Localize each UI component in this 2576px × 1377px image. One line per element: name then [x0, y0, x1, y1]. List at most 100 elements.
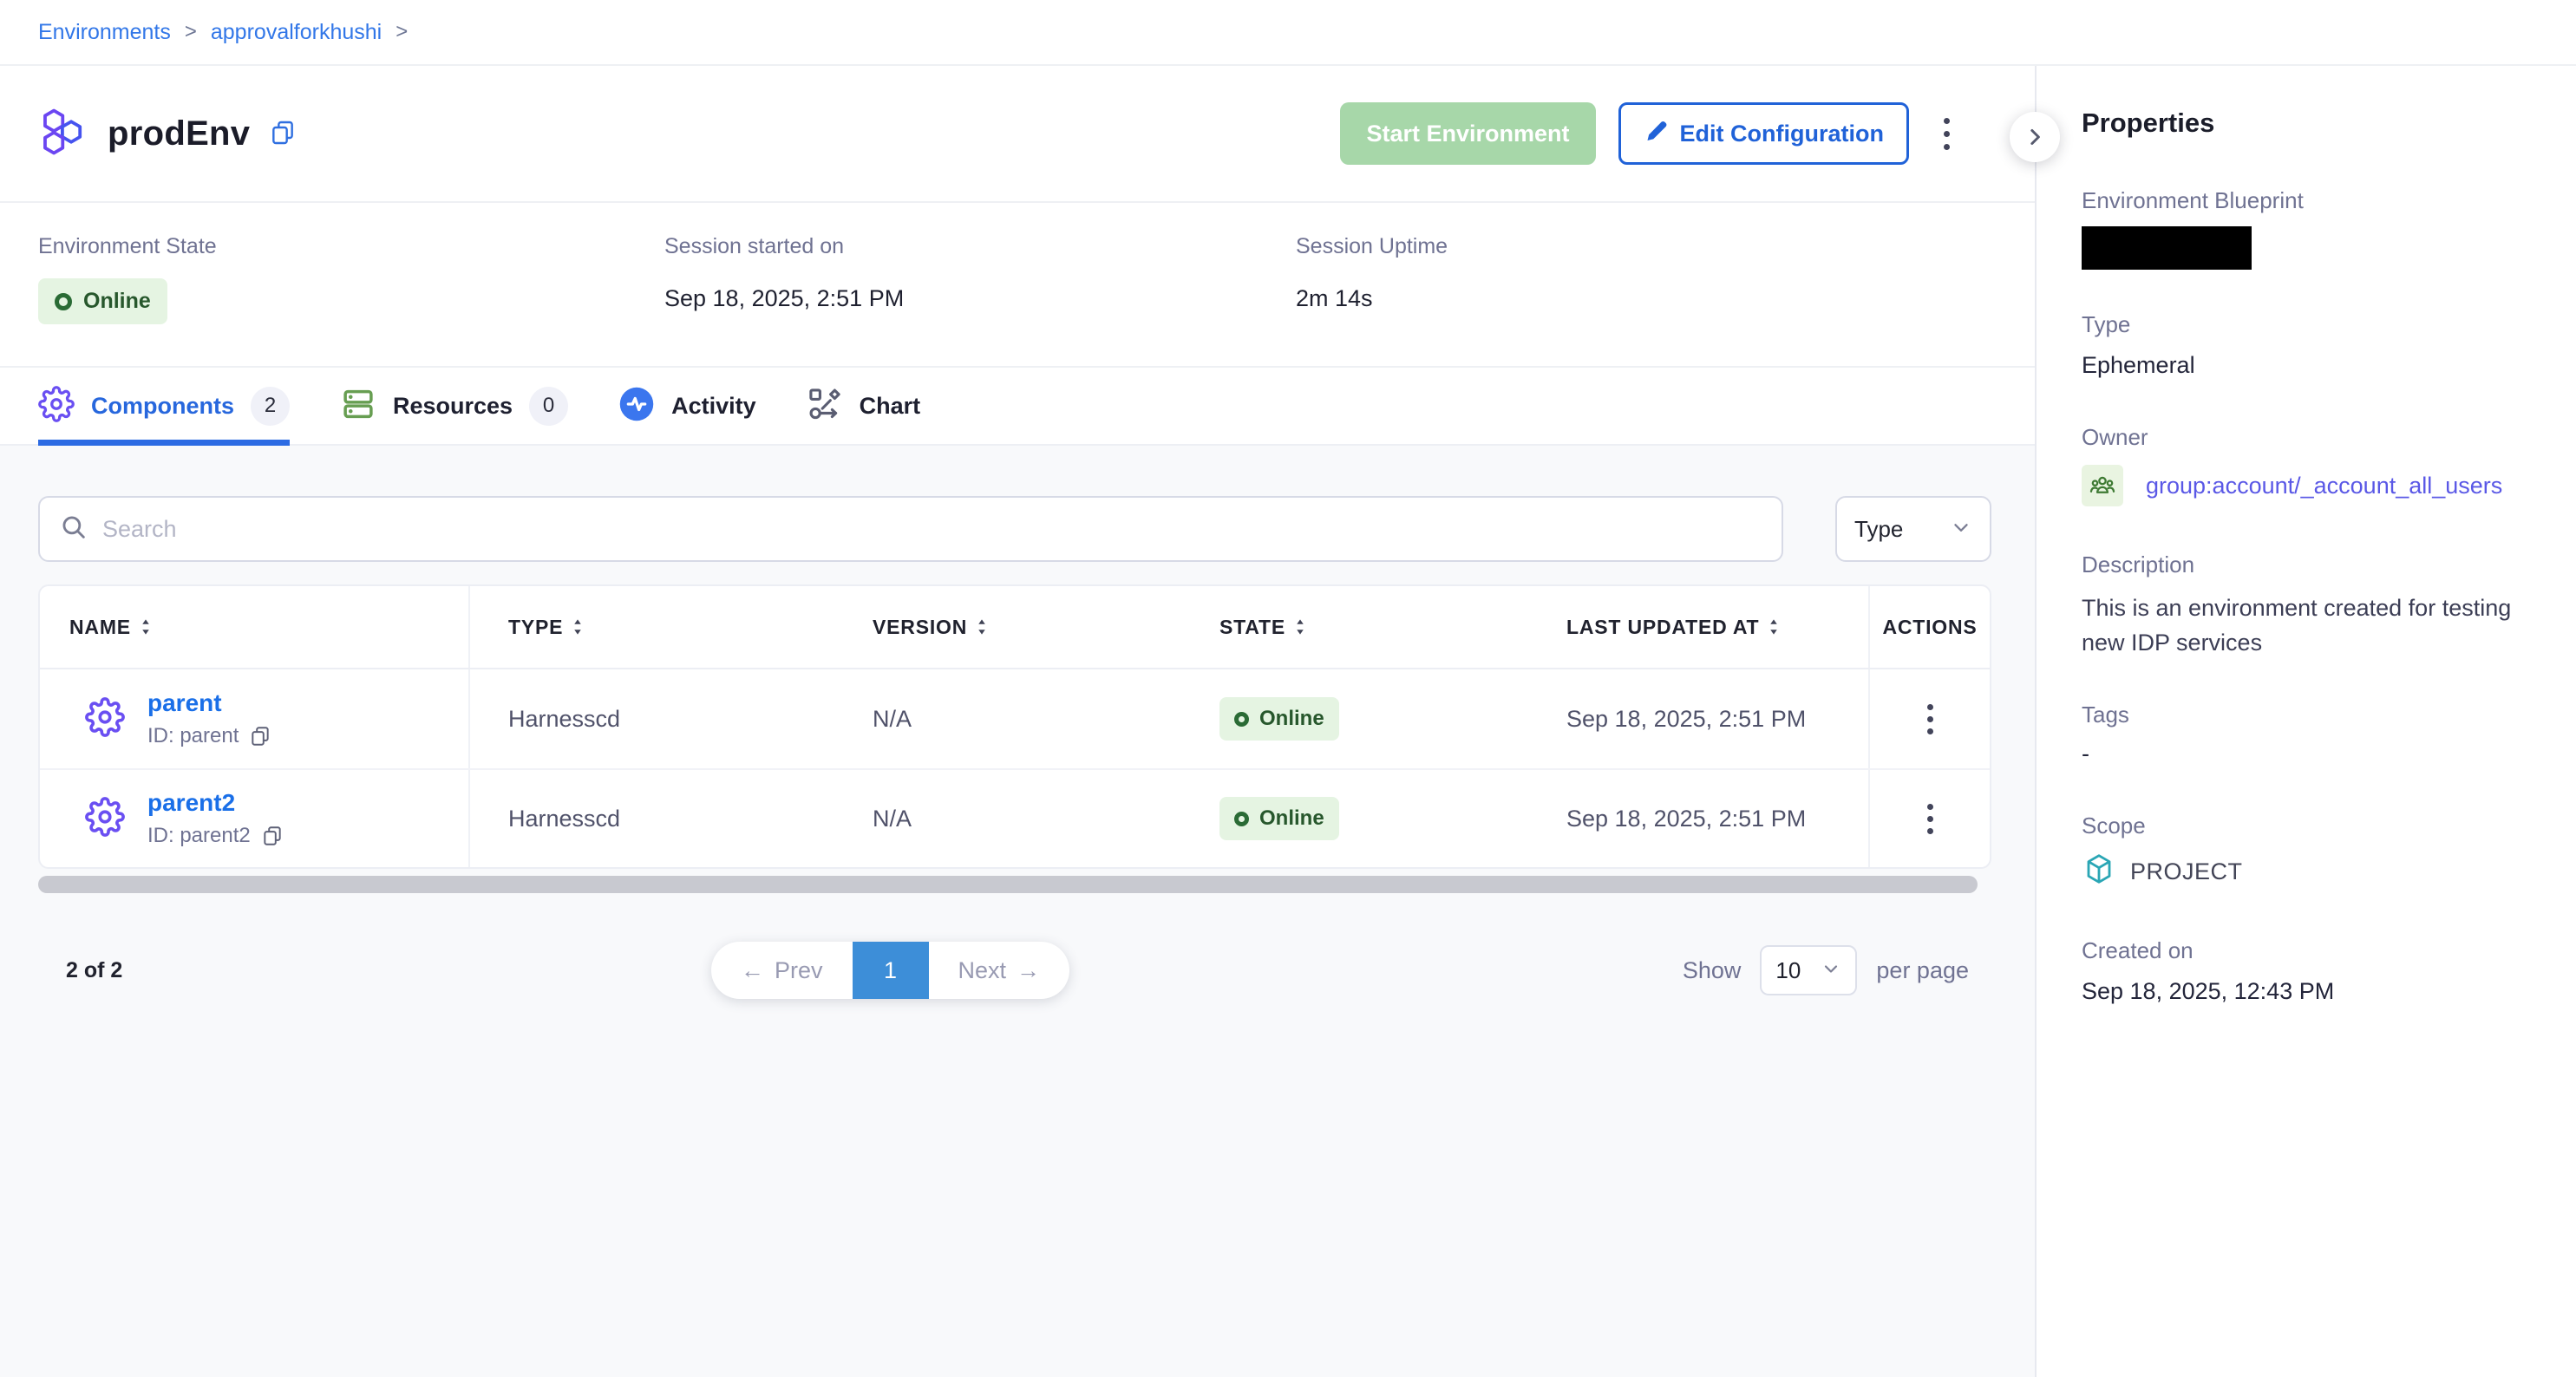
pencil-icon	[1644, 119, 1668, 149]
column-header-version-label: VERSION	[873, 616, 967, 639]
tab-activity[interactable]: Activity	[618, 368, 756, 444]
session-started-value: Sep 18, 2025, 2:51 PM	[664, 285, 1296, 312]
online-ring-icon	[1234, 712, 1249, 727]
column-header-type[interactable]: TYPE	[470, 586, 834, 668]
type-value: Ephemeral	[2082, 352, 2541, 379]
component-actions-cell	[1870, 770, 1990, 867]
scope-label: Scope	[2082, 812, 2541, 839]
online-ring-icon	[1234, 812, 1249, 826]
chevron-right-icon	[2022, 124, 2048, 150]
next-label: Next	[958, 957, 1007, 984]
component-type: Harnesscd	[470, 669, 834, 768]
column-header-state-label: STATE	[1219, 616, 1285, 639]
copy-name-button[interactable]	[269, 119, 297, 149]
breadcrumb-link-project[interactable]: approvalforkhushi	[211, 20, 382, 45]
server-stack-icon	[340, 386, 376, 427]
created-value: Sep 18, 2025, 12:43 PM	[2082, 978, 2541, 1005]
state-badge-label: Online	[1259, 806, 1324, 831]
row-count: 2 of 2	[0, 958, 122, 983]
group-people-icon	[2082, 465, 2123, 506]
session-uptime-value: 2m 14s	[1296, 285, 1448, 312]
session-uptime-block: Session Uptime 2m 14s	[1296, 234, 1448, 366]
column-header-actions-label: ACTIONS	[1882, 616, 1977, 639]
environment-logo-icon	[38, 107, 88, 161]
edit-configuration-label: Edit Configuration	[1680, 121, 1884, 147]
start-environment-button[interactable]: Start Environment	[1340, 102, 1595, 165]
tab-resources[interactable]: Resources 0	[340, 368, 568, 444]
prev-label: Prev	[775, 957, 823, 984]
component-version: N/A	[834, 770, 1181, 867]
properties-panel: Properties Environment Blueprint Type Ep…	[2035, 66, 2576, 1377]
row-kebab-menu-icon[interactable]	[1919, 695, 1942, 743]
header-kebab-menu-icon[interactable]	[1932, 109, 1962, 159]
tab-chart-label: Chart	[860, 393, 921, 420]
scope-value: PROJECT	[2130, 858, 2243, 885]
edit-configuration-button[interactable]: Edit Configuration	[1618, 102, 1909, 165]
online-ring-icon	[55, 293, 72, 310]
copy-id-button[interactable]	[261, 825, 284, 847]
type-filter-dropdown[interactable]: Type	[1835, 496, 1991, 562]
workflow-chart-icon	[807, 386, 843, 427]
owner-group-link[interactable]: group:account/_account_all_users	[2146, 473, 2502, 499]
component-name-cell: parent2 ID: parent2	[40, 770, 470, 867]
tags-value: -	[2082, 741, 2541, 767]
tab-components-label: Components	[91, 393, 234, 420]
copy-icon	[269, 119, 297, 149]
environment-state-value: Online	[83, 289, 151, 314]
component-name-cell: parent ID: parent	[40, 669, 470, 768]
page-1-button[interactable]: 1	[853, 942, 929, 999]
breadcrumb-link-environments[interactable]: Environments	[38, 20, 171, 45]
row-kebab-menu-icon[interactable]	[1919, 795, 1942, 843]
main-panel: prodEnv Start Environment Edit Configura…	[0, 66, 2035, 1377]
tab-bar: Components 2 Resources 0 Activity	[0, 368, 2035, 446]
header-actions: Start Environment Edit Configuration	[1340, 102, 1962, 165]
prev-page-button[interactable]: ← Prev	[711, 942, 853, 999]
per-page-dropdown[interactable]: 10	[1760, 945, 1857, 995]
column-header-updated[interactable]: LAST UPDATED AT	[1528, 586, 1870, 668]
search-input[interactable]	[102, 516, 1762, 543]
column-header-actions: ACTIONS	[1870, 586, 1990, 668]
component-link[interactable]: parent	[147, 689, 271, 717]
sort-icon	[572, 617, 584, 636]
owner-row: group:account/_account_all_users	[2082, 465, 2541, 506]
blueprint-redacted-value	[2082, 226, 2252, 270]
next-page-button[interactable]: Next →	[929, 942, 1070, 999]
chevron-down-icon	[1950, 516, 1972, 543]
breadcrumb-separator: >	[185, 20, 197, 44]
column-header-state[interactable]: STATE	[1181, 586, 1528, 668]
cube-icon	[2082, 852, 2116, 892]
per-page-label: per page	[1876, 957, 1969, 984]
page-title: prodEnv	[108, 114, 250, 153]
pager: ← Prev 1 Next →	[711, 942, 1069, 999]
show-label: Show	[1683, 957, 1742, 984]
environment-state-block: Environment State Online	[38, 234, 664, 366]
session-started-block: Session started on Sep 18, 2025, 2:51 PM	[664, 234, 1296, 366]
state-badge: Online	[1219, 797, 1339, 840]
component-link[interactable]: parent2	[147, 789, 284, 817]
tab-chart[interactable]: Chart	[807, 368, 921, 444]
session-started-label: Session started on	[664, 234, 1296, 259]
column-header-name[interactable]: NAME	[40, 586, 470, 668]
tab-components[interactable]: Components 2	[38, 368, 290, 444]
tab-resources-count: 0	[529, 387, 568, 426]
column-header-name-label: NAME	[69, 616, 131, 639]
component-state-cell: Online	[1181, 669, 1528, 768]
component-id: ID: parent	[147, 724, 239, 748]
copy-icon	[249, 725, 271, 747]
component-state-cell: Online	[1181, 770, 1528, 867]
column-header-version[interactable]: VERSION	[834, 586, 1181, 668]
table-header-row: NAME TYPE VERSION STATE LAST UPDATED AT	[40, 586, 1990, 669]
collapse-panel-button[interactable]	[2010, 112, 2060, 162]
type-filter-label: Type	[1854, 516, 1903, 543]
pagination: 2 of 2 ← Prev 1 Next → Show 10	[0, 942, 2035, 999]
copy-id-button[interactable]	[249, 725, 271, 747]
toolbar: Type	[0, 446, 2035, 562]
column-header-type-label: TYPE	[508, 616, 563, 639]
gear-icon	[85, 697, 125, 741]
gear-icon	[85, 797, 125, 841]
sort-icon	[1294, 617, 1306, 636]
sort-icon	[1768, 617, 1780, 636]
search-box	[38, 496, 1783, 562]
horizontal-scrollbar[interactable]	[38, 876, 1978, 893]
state-badge-label: Online	[1259, 707, 1324, 731]
